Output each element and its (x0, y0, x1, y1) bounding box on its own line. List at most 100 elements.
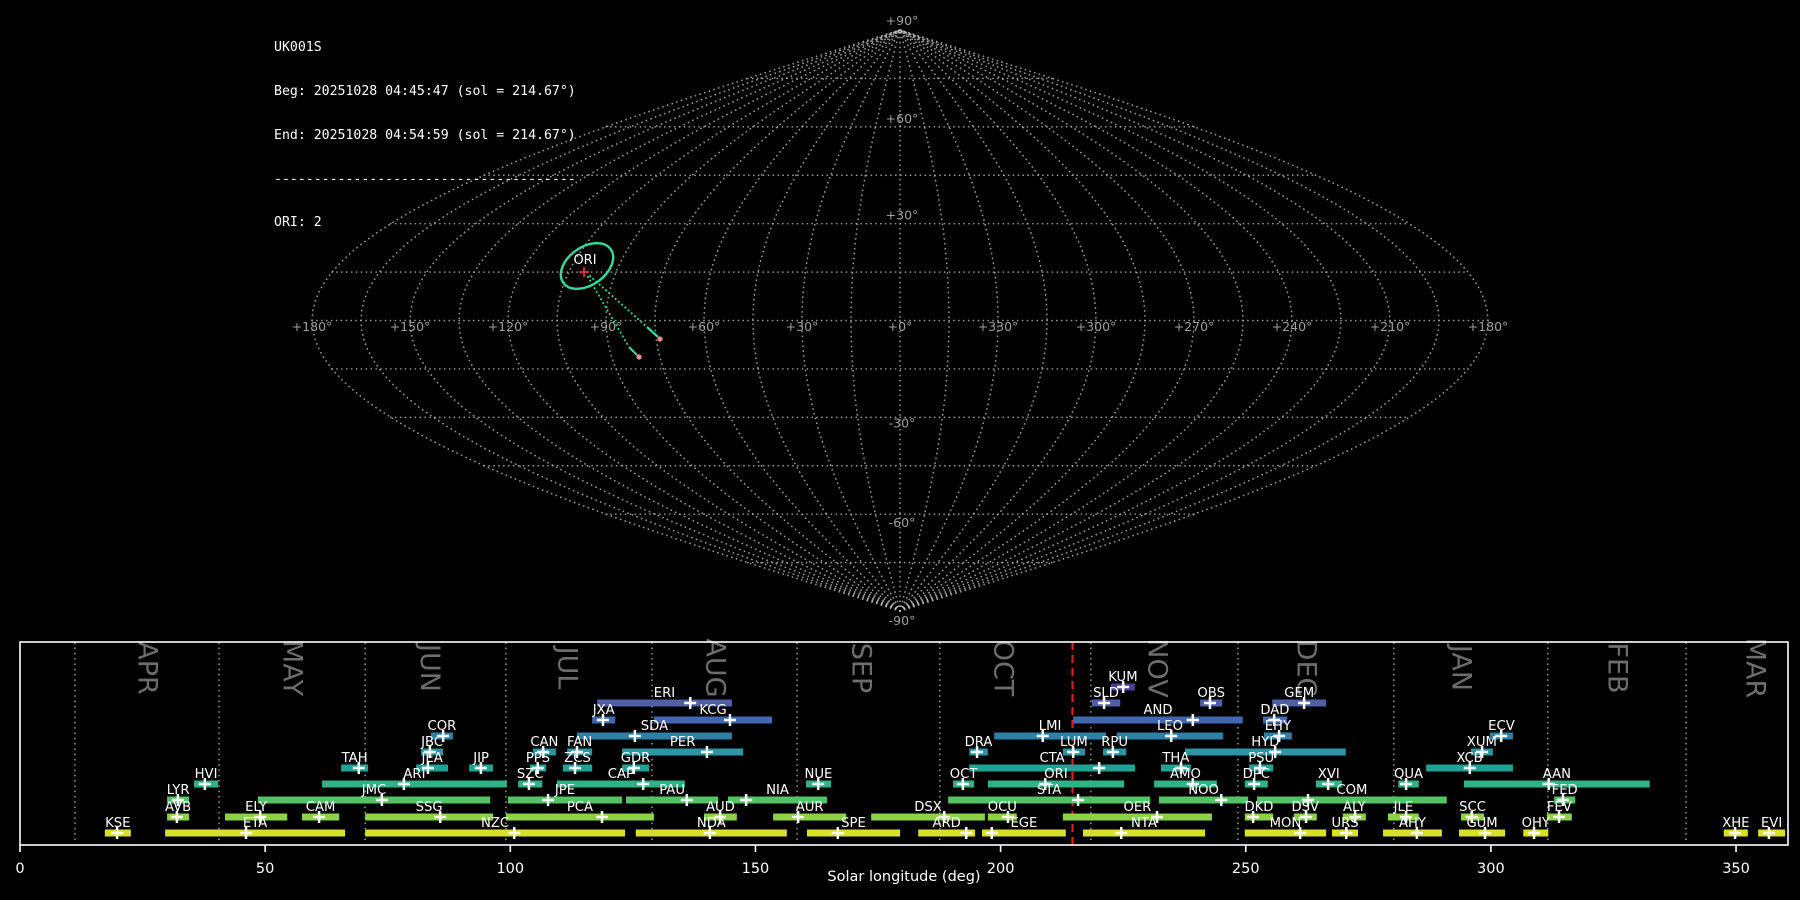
shower-code-label: PCA (567, 800, 593, 815)
shower-count: ORI: 2 (274, 215, 322, 231)
shower-code-label: SSG (416, 800, 443, 815)
shower-code-label: CAM (306, 800, 336, 815)
shower-code-label: RPU (1101, 735, 1128, 750)
latitude-label: +60° (886, 111, 919, 126)
shower-code-label: AMO (1170, 767, 1201, 782)
longitude-label: +30° (786, 319, 819, 334)
longitude-label: +90° (590, 319, 623, 334)
latitude-label: -90° (889, 613, 916, 628)
shower-code-label: NTA (1131, 816, 1157, 831)
shower-code-label: STA (1037, 783, 1061, 798)
plot-canvas: +180° +150° +120° +90° +60° +30° +0° +330° +300°… (15, 13, 1789, 885)
shower-code-label: THA (1161, 751, 1189, 766)
shower-code-label: SPE (841, 816, 866, 831)
meteor-endpoint-dot (657, 336, 663, 342)
shower-code-label: MON (1270, 816, 1302, 831)
observation-header: UK001S Beg: 20251028 04:45:47 (sol = 214… (274, 12, 576, 246)
shower-code-label: NZC (481, 816, 509, 831)
meteor-segment (646, 326, 659, 338)
longitude-label: +180° (1468, 319, 1509, 334)
shower-code-label: ZCS (564, 751, 591, 766)
month-label: MAR (1740, 638, 1771, 699)
axis-tick-label: 150 (742, 861, 770, 877)
shower-code-label: DSX (914, 800, 942, 815)
shower-code-label: KCG (699, 703, 726, 718)
axis-tick-label: 300 (1477, 861, 1505, 877)
shower-code-label: QUA (1394, 767, 1423, 782)
longitude-label: +300° (1076, 319, 1117, 334)
longitude-label: +270° (1174, 319, 1215, 334)
shower-code-label: JLE (1393, 800, 1414, 815)
end-time: End: 20251028 04:54:59 (sol = 214.67°) (274, 127, 576, 143)
shower-code-label: JEA (420, 751, 442, 766)
longitude-label: +60° (688, 319, 721, 334)
latitude-label: +30° (886, 208, 919, 223)
shower-code-label: FAN (567, 735, 592, 750)
longitude-label: +240° (1272, 319, 1313, 334)
longitude-label: +330° (978, 319, 1019, 334)
latitude-label: -60° (889, 515, 916, 530)
meteor-segment (628, 346, 638, 356)
axis-tick-label: 250 (1232, 861, 1260, 877)
shower-code-label: DKD (1245, 800, 1274, 815)
timeline-chart: APR MAY JUN JUL AUG SEP OCT NOV DEC JAN FEB MARKUME… (15, 638, 1789, 877)
shower-code-label: DPC (1243, 767, 1270, 782)
shower-code-label: NDA (697, 816, 726, 831)
longitude-label: +150° (390, 319, 431, 334)
month-label: NOV (1142, 638, 1173, 698)
meteor-endpoint-dot (636, 354, 642, 360)
shower-code-label: EGE (1010, 816, 1037, 831)
shower-code-label: OHY (1522, 816, 1551, 831)
shower-code-label: ORI (1044, 767, 1067, 782)
shower-code-label: SLD (1093, 686, 1119, 701)
shower-code-label: ARD (932, 816, 960, 831)
x-axis-title: Solar longitude (deg) (827, 869, 980, 885)
shower-code-label: EVI (1761, 816, 1782, 831)
shower-code-label: GEM (1284, 686, 1314, 701)
shower-code-label: AAN (1543, 767, 1571, 782)
shower-code-label: NIA (766, 783, 789, 798)
longitude-label: +120° (488, 319, 529, 334)
month-label: FEB (1601, 642, 1632, 693)
shower-code-label: GDR (621, 751, 651, 766)
longitude-label: +180° (292, 319, 333, 334)
latitude-label: -30° (889, 415, 916, 430)
shower-code-label: AUR (796, 800, 824, 815)
radiant-label: ORI (573, 253, 596, 268)
shower-code-label: NOO (1188, 783, 1219, 798)
axis-tick-label: 50 (256, 861, 274, 877)
shower-code-label: PER (670, 735, 695, 750)
axis-tick-label: 200 (987, 861, 1015, 877)
shower-code-label: ERI (654, 686, 675, 701)
month-label: MAY (277, 640, 308, 697)
longitude-label: +210° (1370, 319, 1411, 334)
shower-code-label: GUM (1466, 816, 1497, 831)
shower-code-label: DRA (965, 735, 993, 750)
station-id: UK001S (274, 40, 322, 56)
axis-tick-label: 100 (496, 861, 524, 877)
month-label: AUG (700, 638, 731, 697)
shower-code-label: OER (1123, 800, 1151, 815)
shower-code-label: ARI (403, 767, 425, 782)
shower-code-label: CTA (1039, 751, 1064, 766)
meteor-trail-dotted (587, 276, 630, 348)
shower-code-label: TAH (341, 751, 368, 766)
month-label: OCT (988, 640, 1019, 697)
shower-code-label: ELY (245, 800, 268, 815)
longitude-label: +0° (888, 319, 913, 334)
shower-code-label: JPE (554, 783, 575, 798)
axis-tick-label: 0 (15, 861, 24, 877)
month-label: APR (131, 641, 162, 695)
shower-code-label: SDA (641, 719, 668, 734)
axis-tick-label: 350 (1722, 861, 1750, 877)
shower-code-label: FED (1552, 783, 1578, 798)
month-label: SEP (845, 643, 876, 693)
shower-code-label: COM (1336, 783, 1367, 798)
shower-code-label: OCU (988, 800, 1017, 815)
shower-code-label: AHY (1399, 816, 1427, 831)
shower-code-label: JBC (420, 735, 443, 750)
shower-code-label: AND (1143, 703, 1172, 718)
month-label: JUL (552, 645, 583, 690)
begin-time: Beg: 20251028 04:45:47 (sol = 214.67°) (274, 83, 576, 99)
meteor-observation-app: { "header": { "station": "UK001S", "beg"… (0, 0, 1800, 900)
